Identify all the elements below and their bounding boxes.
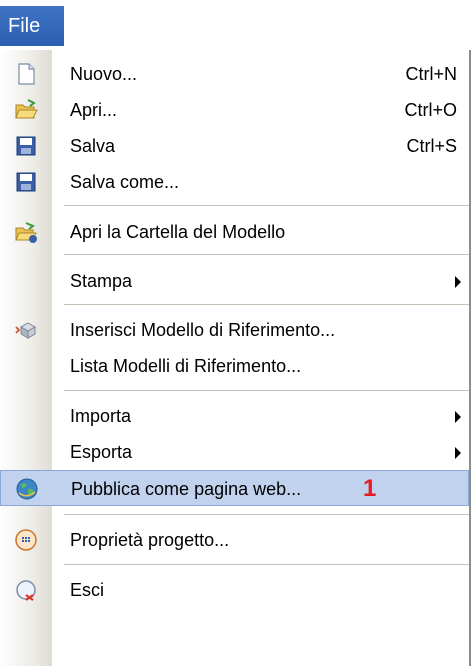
menu-separator [64, 304, 469, 305]
menu-item-lista-modelli[interactable]: Lista Modelli di Riferimento... [0, 348, 469, 384]
exit-icon [16, 580, 36, 601]
menu-item-stampa[interactable]: Stampa [0, 263, 469, 299]
menu-item-label: Apri la Cartella del Modello [70, 222, 286, 242]
submenu-arrow-icon [455, 411, 461, 423]
menu-item-esporta[interactable]: Esporta [0, 434, 469, 470]
shortcut-label: Ctrl+S [406, 136, 457, 156]
menu-item-label: Importa [70, 406, 132, 426]
menu-separator [64, 514, 469, 515]
menu-item-esci[interactable]: Esci [0, 572, 469, 608]
open-model-folder-icon [15, 222, 37, 243]
menu-item-label: Proprietà progetto... [70, 530, 230, 550]
menu-item-label: Inserisci Modello di Riferimento... [70, 320, 336, 340]
menu-item-label: Nuovo... [70, 64, 138, 84]
save-as-disk-icon [16, 172, 36, 192]
shortcut-label: Ctrl+O [404, 100, 457, 120]
globe-icon [16, 478, 38, 500]
menu-item-label: Apri... [70, 100, 118, 120]
insert-reference-icon [15, 322, 37, 339]
menu-separator [64, 564, 469, 565]
menu-item-inserisci-modello[interactable]: Inserisci Modello di Riferimento... [0, 312, 469, 348]
menu-bar: File [0, 0, 473, 50]
menu-item-salva[interactable]: Salva Ctrl+S [0, 128, 469, 164]
open-folder-icon [15, 99, 38, 119]
shortcut-label: Ctrl+N [405, 64, 457, 84]
new-document-icon [18, 63, 35, 85]
submenu-arrow-icon [455, 276, 461, 288]
file-menu-tab[interactable]: File [0, 6, 64, 46]
menu-separator [64, 390, 469, 391]
menu-item-label: Pubblica come pagina web... [71, 479, 302, 499]
menu-item-apri[interactable]: Apri... Ctrl+O [0, 92, 469, 128]
menu-item-proprieta-progetto[interactable]: Proprietà progetto... [0, 522, 469, 558]
callout-number-badge: 1 [363, 475, 377, 502]
menu-item-salva-come[interactable]: Salva come... [0, 164, 469, 200]
menu-item-label: Esporta [70, 442, 133, 462]
menu-item-label: Salva [70, 136, 116, 156]
menu-item-label: Stampa [70, 271, 133, 291]
menu-item-pubblica-web[interactable]: Pubblica come pagina web... 1 [0, 470, 469, 506]
menu-item-apri-cartella[interactable]: Apri la Cartella del Modello [0, 214, 469, 250]
menu-separator [64, 205, 469, 206]
menu-item-importa[interactable]: Importa [0, 398, 469, 434]
file-dropdown-menu: Nuovo... Ctrl+N Apri... Ctrl+O Salva Ctr… [0, 50, 471, 666]
menu-item-label: Salva come... [70, 172, 180, 192]
submenu-arrow-icon [455, 447, 461, 459]
save-disk-icon [16, 136, 36, 156]
menu-item-label: Lista Modelli di Riferimento... [70, 356, 302, 376]
project-properties-icon [15, 529, 37, 551]
menu-separator [64, 254, 469, 255]
menu-item-label: Esci [70, 580, 105, 600]
menu-item-nuovo[interactable]: Nuovo... Ctrl+N [0, 56, 469, 92]
